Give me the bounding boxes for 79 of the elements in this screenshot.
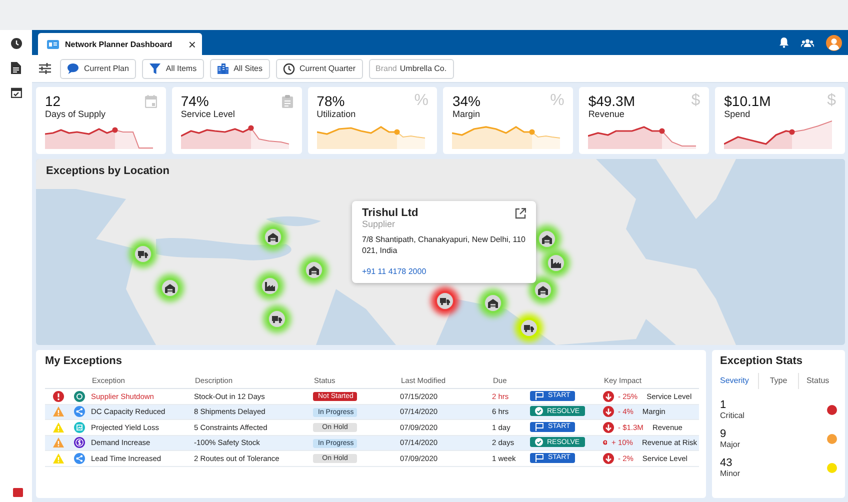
check-circle-icon — [535, 438, 543, 446]
external-link-icon[interactable] — [515, 208, 526, 218]
chip-label: Umbrella Co. — [400, 64, 447, 73]
bell-icon[interactable] — [779, 37, 789, 48]
kpi-icon: % — [550, 93, 564, 109]
speech-bubble-icon — [67, 62, 79, 74]
clock-icon — [282, 62, 294, 74]
chip-prefix: Brand — [376, 64, 397, 73]
popup-address: 7/8 Shantipath, Chanakyapuri, New Delhi, 110 021, India — [362, 234, 526, 256]
stats-tab[interactable]: Status — [798, 373, 837, 389]
brand-filter-chip[interactable]: Brand Umbrella Co. — [368, 58, 454, 78]
truck-icon — [524, 324, 534, 332]
logo-icon — [13, 488, 23, 497]
kpi-icon: $ — [827, 93, 836, 109]
flag-icon — [535, 422, 544, 431]
warehouse-icon — [542, 234, 552, 244]
app-icon — [47, 40, 59, 48]
factory-icon — [551, 258, 561, 268]
clock-icon[interactable] — [10, 38, 22, 49]
stats-tab[interactable]: Type — [758, 373, 798, 389]
warehouse-icon — [488, 298, 498, 308]
document-icon[interactable] — [11, 62, 21, 74]
calendar-icon[interactable] — [10, 87, 22, 98]
kpi-icon: % — [414, 93, 428, 109]
chip-label: Current Plan — [84, 64, 129, 73]
flag-icon — [535, 392, 544, 400]
buildings-icon — [216, 62, 229, 74]
warehouse-icon — [309, 266, 319, 274]
kpi-value: 74% — [180, 93, 210, 109]
popup-title: Trishul Ltd — [362, 207, 418, 219]
panel-title: My Exceptions — [45, 355, 124, 367]
stats-tab[interactable]: Severity — [720, 373, 758, 389]
warehouse-icon — [165, 284, 175, 292]
kpi-value: $49.3M — [588, 93, 636, 109]
stat-count: 9 — [720, 428, 728, 440]
chip-label: All Sites — [234, 64, 262, 73]
panel-title: Exception Stats — [720, 355, 804, 367]
flag-icon — [535, 454, 544, 462]
filter-chip[interactable]: All Sites — [210, 58, 270, 78]
tab-title: Network Planner Dashboard — [65, 40, 174, 48]
check-circle-icon — [535, 407, 543, 416]
stat-count: 43 — [720, 457, 734, 469]
kpi-icon: $ — [691, 93, 700, 109]
dashboard-tab[interactable]: Network Planner Dashboard × — [38, 33, 202, 55]
settings-icon[interactable] — [39, 63, 51, 74]
stat-label: Critical — [720, 411, 744, 420]
warehouse-icon — [268, 232, 278, 242]
chip-label: All Items — [166, 64, 197, 73]
truck-icon — [138, 250, 148, 258]
avatar-icon[interactable] — [826, 34, 842, 50]
chip-label: Current Quarter — [300, 64, 356, 73]
phone-link[interactable]: +91 11 4178 2000 — [362, 267, 426, 276]
kpi-label: Utilization — [316, 109, 356, 119]
kpi-value: 12 — [45, 93, 62, 109]
kpi-value: 34% — [452, 93, 481, 109]
stat-label: Major — [720, 440, 740, 449]
people-icon[interactable] — [801, 38, 814, 46]
kpi-value: 78% — [316, 93, 346, 109]
kpi-label: Revenue — [588, 109, 626, 119]
kpi-label: Service Level — [180, 109, 235, 119]
filter-chip[interactable]: Current Plan — [60, 58, 136, 78]
popup-subtitle: Supplier — [362, 219, 396, 229]
calendar-icon — [144, 95, 157, 108]
filter-chip[interactable]: Current Quarter — [276, 58, 363, 78]
factory-icon — [265, 282, 275, 290]
filter-chip[interactable]: All Items — [142, 58, 204, 78]
map-title: Exceptions by Location — [46, 165, 170, 177]
filter-icon — [148, 62, 161, 74]
truck-icon — [440, 296, 450, 306]
kpi-value: $10.1M — [724, 93, 771, 109]
stat-count: 1 — [720, 399, 728, 411]
kpi-label: Days of Supply — [45, 109, 106, 119]
close-button[interactable]: × — [188, 38, 196, 50]
kpi-label: Spend — [724, 109, 752, 119]
warehouse-icon — [538, 286, 548, 294]
truck-icon — [272, 314, 282, 324]
stat-label: Minor — [720, 469, 740, 478]
clipboard-icon — [282, 95, 293, 108]
kpi-label: Margin — [452, 109, 481, 119]
